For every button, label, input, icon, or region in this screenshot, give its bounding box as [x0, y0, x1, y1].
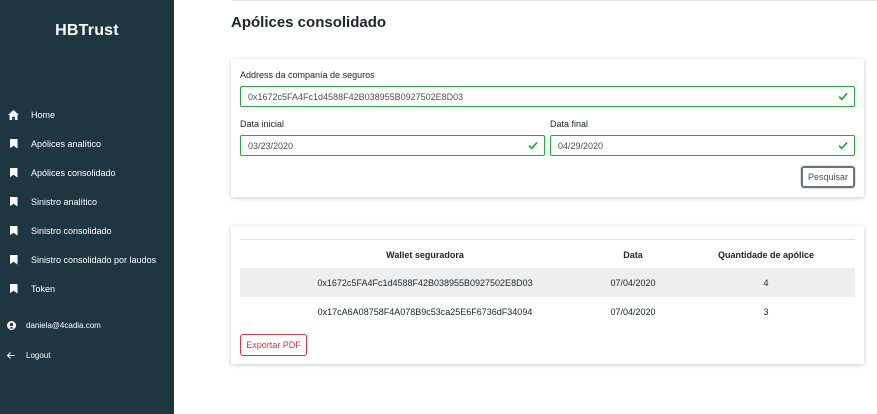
sidebar-item-token[interactable]: Token [0, 274, 174, 303]
bookmark-icon [8, 138, 19, 149]
sidebar-item-sinistro-consolidado[interactable]: Sinistro consolidado [0, 216, 174, 245]
address-label: Address da companía de seguros [240, 70, 375, 80]
home-icon [8, 109, 19, 120]
sidebar-item-apolices-analitico[interactable]: Apólices analítico [0, 129, 174, 158]
address-value: 0x1672c5FA4Fc1d4588F42B038955B0927502E8D… [248, 91, 464, 102]
sidebar-nav: Home Apólices analítico Apólices consoli… [0, 100, 174, 303]
check-icon [838, 141, 848, 152]
sidebar-item-label: Apólices analítico [31, 138, 102, 149]
table-divider [240, 239, 855, 240]
sidebar-item-label: Sinistro analítico [31, 196, 98, 207]
bookmark-icon [8, 225, 19, 236]
wallet-cell: 0x17cA6A08758F4A078B9c53ca25E6F6736dF340… [317, 307, 533, 317]
search-button[interactable]: Pesquisar [801, 166, 855, 188]
start-date-label: Data inicial [240, 119, 285, 129]
sidebar: HBTrust Home Apólices analítico Apólices… [0, 0, 174, 414]
check-icon [838, 92, 848, 103]
date-cell: 07/04/2020 [610, 278, 656, 288]
start-date-input[interactable]: 03/23/2020 [240, 135, 545, 156]
table-row: 0x1672c5FA4Fc1d4588F42B038955B0927502E8D… [240, 268, 855, 297]
column-header-wallet: Wallet seguradora [386, 250, 464, 260]
sidebar-item-sinistro-consolidado-laudos[interactable]: Sinistro consolidado por laudos [0, 245, 174, 274]
address-input[interactable]: 0x1672c5FA4Fc1d4588F42B038955B0927502E8D… [240, 86, 855, 107]
quantity-cell: 3 [763, 307, 769, 317]
bookmark-icon [8, 254, 19, 265]
logout-label: Logout [26, 350, 51, 360]
top-divider [232, 0, 877, 1]
bookmark-icon [8, 283, 19, 294]
bookmark-icon [8, 167, 19, 178]
table-row: 0x17cA6A08758F4A078B9c53ca25E6F6736dF340… [240, 297, 855, 326]
search-form-card: Address da companía de seguros 0x1672c5F… [231, 59, 864, 197]
sidebar-item-label: Token [31, 283, 56, 294]
app-logo: HBTrust [55, 22, 119, 39]
date-cell: 07/04/2020 [610, 307, 656, 317]
arrow-left-icon [6, 350, 16, 360]
column-header-date: Data [623, 250, 643, 260]
sidebar-item-label: Apólices consolidado [31, 167, 116, 178]
page-title: Apólices consolidado [231, 14, 387, 31]
end-date-value: 04/29/2020 [558, 140, 604, 151]
bookmark-icon [8, 196, 19, 207]
user-info: daniela@4cadia.com [0, 316, 101, 334]
end-date-label: Data final [550, 119, 589, 129]
check-icon [528, 141, 538, 152]
sidebar-item-sinistro-analitico[interactable]: Sinistro analítico [0, 187, 174, 216]
sidebar-item-label: Sinistro consolidado [31, 225, 112, 236]
sidebar-item-home[interactable]: Home [0, 100, 174, 129]
sidebar-item-apolices-consolidado[interactable]: Apólices consolidado [0, 158, 174, 187]
user-email: daniela@4cadia.com [26, 320, 101, 330]
sidebar-item-label: Home [31, 109, 56, 120]
export-pdf-button[interactable]: Exportar PDF [240, 334, 307, 356]
logout-button[interactable]: Logout [0, 346, 50, 364]
user-icon [6, 320, 16, 330]
sidebar-item-label: Sinistro consolidado por laudos [31, 254, 157, 265]
quantity-cell: 4 [763, 278, 769, 288]
start-date-value: 03/23/2020 [248, 140, 294, 151]
end-date-input[interactable]: 04/29/2020 [550, 135, 855, 156]
results-card: Wallet seguradora Data Quantidade de apó… [231, 226, 864, 364]
wallet-cell: 0x1672c5FA4Fc1d4588F42B038955B0927502E8D… [317, 278, 533, 288]
column-header-quantity: Quantidade de apólice [717, 250, 815, 260]
